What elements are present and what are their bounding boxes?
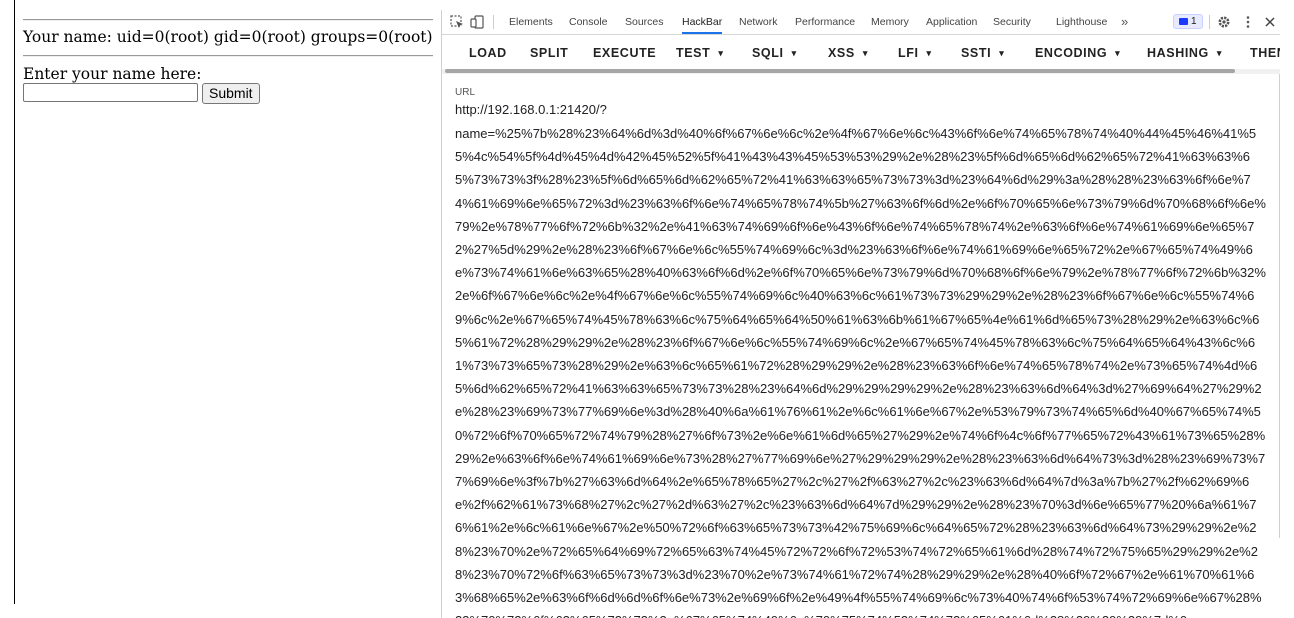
- issues-badge[interactable]: 1: [1173, 14, 1203, 29]
- hackbar-hashing-dropdown[interactable]: HASHING ▾: [1147, 35, 1222, 69]
- theme-label: THEN: [1250, 46, 1280, 60]
- scrollbar-thumb[interactable]: [445, 69, 1235, 73]
- load-label: LOAD: [469, 46, 507, 60]
- hackbar-lfi-dropdown[interactable]: LFI ▾: [898, 35, 932, 69]
- tab-security[interactable]: Security: [993, 10, 1031, 34]
- close-devtools-icon[interactable]: [1263, 15, 1277, 29]
- tab-performance[interactable]: Performance: [795, 10, 855, 34]
- tab-memory[interactable]: Memory: [871, 10, 909, 34]
- tab-elements[interactable]: Elements: [509, 10, 553, 34]
- name-prompt-label: Enter your name here:: [23, 65, 202, 83]
- device-toolbar-icon[interactable]: [470, 15, 484, 29]
- tab-separator: [493, 15, 494, 29]
- dropdown-caret-icon: ▾: [862, 48, 868, 58]
- hackbar-load-button[interactable]: LOAD: [469, 35, 507, 69]
- issues-flag-icon: [1179, 18, 1188, 25]
- xss-label: XSS: [828, 46, 855, 60]
- url-text-payload: name=%25%7b%28%23%64%6d%3d%40%6f%67%6e%6…: [455, 126, 1266, 618]
- tab-network[interactable]: Network: [739, 10, 778, 34]
- hackbar-horizontal-scrollbar[interactable]: [442, 69, 1280, 74]
- devtools-panel: Elements Console Sources HackBar Network…: [441, 10, 1280, 618]
- hackbar-ssti-dropdown[interactable]: SSTI ▾: [961, 35, 1004, 69]
- hashing-label: HASHING: [1147, 46, 1209, 60]
- tab-lighthouse[interactable]: Lighthouse: [1056, 10, 1107, 34]
- more-options-vertical-icon[interactable]: [1241, 15, 1255, 29]
- dropdown-caret-icon: ▾: [718, 48, 724, 58]
- tab-separator: [1209, 15, 1210, 29]
- dropdown-caret-icon: ▾: [999, 48, 1005, 58]
- divider-top: [23, 19, 433, 21]
- your-name-output: Your name: uid=0(root) gid=0(root) group…: [23, 28, 433, 46]
- dropdown-caret-icon: ▾: [1216, 48, 1222, 58]
- test-label: TEST: [676, 46, 711, 60]
- submit-button[interactable]: Submit: [202, 83, 260, 104]
- inspect-element-icon[interactable]: [450, 15, 464, 29]
- divider-bottom: [23, 55, 433, 57]
- more-tabs-chevron-icon[interactable]: »: [1121, 10, 1128, 34]
- tab-console[interactable]: Console: [569, 10, 608, 34]
- url-label: URL: [455, 87, 476, 98]
- dropdown-caret-icon: ▾: [926, 48, 932, 58]
- devtools-tab-bar: Elements Console Sources HackBar Network…: [442, 10, 1280, 35]
- url-text-base: http://192.168.0.1:21420/?: [455, 102, 607, 117]
- hackbar-toolbar: LOAD SPLIT EXECUTE TEST ▾ SQLI ▾ XSS ▾ LFI ▾…: [442, 35, 1280, 69]
- split-label: SPLIT: [530, 46, 569, 60]
- tab-application[interactable]: Application: [926, 10, 977, 34]
- lfi-label: LFI: [898, 46, 919, 60]
- hackbar-execute-button[interactable]: EXECUTE: [593, 35, 656, 69]
- web-page: Your name: uid=0(root) gid=0(root) group…: [0, 0, 440, 618]
- tab-sources[interactable]: Sources: [625, 10, 664, 34]
- encoding-label: ENCODING: [1035, 46, 1108, 60]
- dropdown-caret-icon: ▾: [791, 48, 797, 58]
- hackbar-test-dropdown[interactable]: TEST ▾: [676, 35, 723, 69]
- issues-count: 1: [1191, 16, 1197, 27]
- execute-label: EXECUTE: [593, 46, 657, 60]
- url-field[interactable]: URL http://192.168.0.1:21420/? name=%25%…: [455, 87, 1267, 618]
- sqli-label: SQLI: [752, 46, 784, 60]
- dropdown-caret-icon: ▾: [1115, 48, 1121, 58]
- devtools-right-border: [1279, 10, 1280, 538]
- hackbar-sqli-dropdown[interactable]: SQLI ▾: [752, 35, 797, 69]
- hackbar-encoding-dropdown[interactable]: ENCODING ▾: [1035, 35, 1120, 69]
- ssti-label: SSTI: [961, 46, 992, 60]
- hackbar-theme-dropdown[interactable]: THEN: [1250, 35, 1280, 69]
- page-left-border: [14, 0, 15, 604]
- settings-gear-icon[interactable]: [1217, 15, 1231, 29]
- tab-hackbar[interactable]: HackBar: [682, 10, 723, 34]
- hackbar-xss-dropdown[interactable]: XSS ▾: [828, 35, 868, 69]
- hackbar-split-button[interactable]: SPLIT: [530, 35, 568, 69]
- name-input[interactable]: [23, 83, 198, 102]
